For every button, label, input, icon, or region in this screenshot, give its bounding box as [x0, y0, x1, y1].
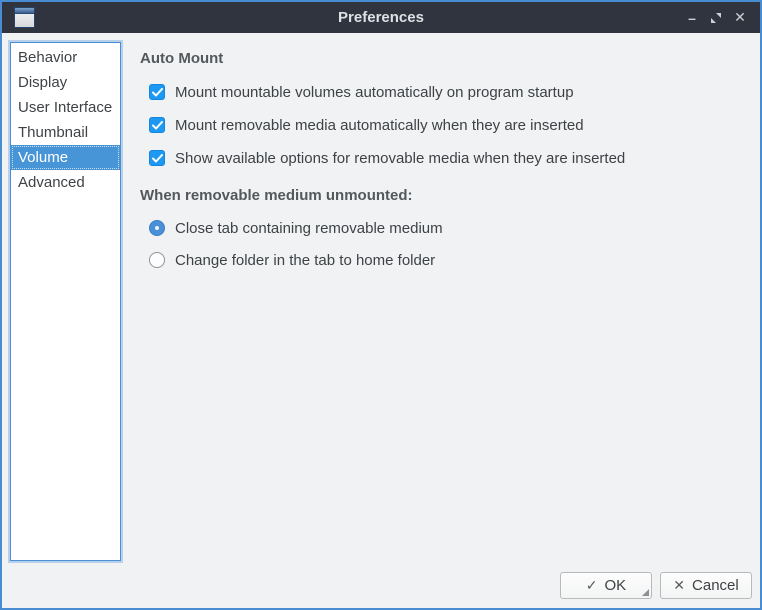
- check-icon: [152, 121, 163, 130]
- close-icon: ✕: [673, 577, 685, 594]
- radio-selected-icon[interactable]: [149, 220, 165, 236]
- sidebar-item-advanced[interactable]: Advanced: [11, 170, 120, 195]
- sidebar-item-label: Volume: [18, 149, 68, 166]
- sidebar-item-label: User Interface: [18, 99, 112, 116]
- radio-unselected-icon[interactable]: [149, 252, 165, 268]
- sidebar-item-label: Advanced: [18, 174, 85, 191]
- checkbox-checked-icon[interactable]: [149, 84, 165, 100]
- volume-settings-panel: Auto Mount Mount mountable volumes autom…: [138, 42, 754, 269]
- titlebar[interactable]: Preferences – ✕: [2, 2, 760, 33]
- sidebar-item-user-interface[interactable]: User Interface: [11, 95, 120, 120]
- cancel-button-label: Cancel: [692, 577, 739, 594]
- radio-label: Close tab containing removable medium: [175, 220, 443, 237]
- close-button[interactable]: ✕: [728, 6, 752, 30]
- sidebar-item-label: Thumbnail: [18, 124, 88, 141]
- checkbox-label: Mount mountable volumes automatically on…: [175, 84, 574, 101]
- sidebar-item-volume[interactable]: Volume: [11, 145, 120, 170]
- restore-button[interactable]: [704, 6, 728, 30]
- check-icon: ✓: [586, 577, 598, 594]
- window-title: Preferences: [2, 9, 760, 26]
- checkbox-label: Show available options for removable med…: [175, 150, 625, 167]
- checkbox-row-show-options[interactable]: Show available options for removable med…: [149, 149, 754, 167]
- category-list: Behavior Display User Interface Thumbnai…: [10, 42, 121, 561]
- auto-mount-heading: Auto Mount: [140, 50, 754, 68]
- sidebar-item-label: Display: [18, 74, 67, 91]
- ok-button-label: OK: [605, 577, 627, 594]
- radio-label: Change folder in the tab to home folder: [175, 252, 435, 269]
- cancel-button[interactable]: ✕ Cancel: [660, 572, 752, 599]
- sidebar-item-behavior[interactable]: Behavior: [11, 45, 120, 70]
- check-icon: [152, 154, 163, 163]
- checkbox-checked-icon[interactable]: [149, 117, 165, 133]
- restore-icon: [710, 12, 722, 24]
- checkbox-row-mount-removable[interactable]: Mount removable media automatically when…: [149, 116, 754, 134]
- preferences-dialog: Preferences – ✕ Behavior Display User In…: [0, 0, 762, 610]
- checkbox-checked-icon[interactable]: [149, 150, 165, 166]
- dialog-buttons: ✓ OK ✕ Cancel: [560, 572, 752, 599]
- checkbox-label: Mount removable media automatically when…: [175, 117, 584, 134]
- radio-row-close-tab[interactable]: Close tab containing removable medium: [149, 219, 754, 237]
- radio-row-change-folder[interactable]: Change folder in the tab to home folder: [149, 251, 754, 269]
- sidebar-item-thumbnail[interactable]: Thumbnail: [11, 120, 120, 145]
- default-button-marker-icon: [642, 589, 649, 596]
- unmount-options-heading: When removable medium unmounted:: [140, 187, 754, 205]
- sidebar-item-display[interactable]: Display: [11, 70, 120, 95]
- check-icon: [152, 88, 163, 97]
- sidebar-item-label: Behavior: [18, 49, 77, 66]
- checkbox-row-mount-volumes[interactable]: Mount mountable volumes automatically on…: [149, 83, 754, 101]
- minimize-button[interactable]: –: [680, 6, 704, 30]
- ok-button[interactable]: ✓ OK: [560, 572, 652, 599]
